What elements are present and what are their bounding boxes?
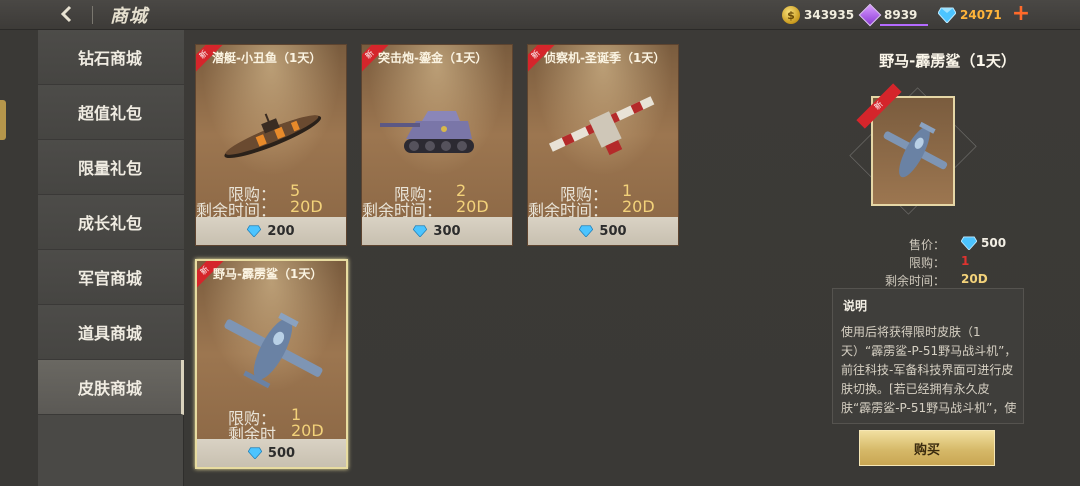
limit-row: 限购： 1 xyxy=(528,181,678,204)
skin-detail-panel: 野马-霹雳鲨（1天） 新 售价： 500 限购： 1 剩余时间： 20D 说明 … xyxy=(815,30,1080,486)
gem-underline xyxy=(880,24,928,26)
sidebar-item-label: 钻石商城 xyxy=(78,49,143,68)
limit-value: 1 xyxy=(961,254,970,268)
fighter-plane-icon xyxy=(224,312,323,389)
skin-card-assault-gun[interactable]: 新 突击炮-鎏金（1天） 限购： 2 剩余时间： 20D 300 xyxy=(361,44,513,246)
card-name: 野马-霹雳鲨（1天） xyxy=(213,267,323,281)
limit-row: 限购： 1 xyxy=(197,405,346,428)
card-name: 潜艇-小丑鱼（1天） xyxy=(212,51,322,65)
time-row: 剩余时间： 20D xyxy=(196,197,346,220)
description-text[interactable]: 使用后将获得限时皮肤（1天）“霹雳鲨-P-51野马战斗机”，前往科技-军备科技界… xyxy=(841,323,1019,419)
price-bar[interactable]: 500 xyxy=(528,217,678,245)
price-label: 售价： xyxy=(908,238,945,252)
gem-currency: 8939 xyxy=(858,3,918,27)
gold-amount: 343935 xyxy=(804,8,855,22)
time-value: 20D xyxy=(290,197,323,216)
time-value: 20D xyxy=(291,421,324,440)
detail-time-value: 20D xyxy=(961,272,988,286)
sidebar-item-label: 道具商城 xyxy=(78,324,143,343)
price-bar[interactable]: 500 xyxy=(197,439,346,467)
skin-card-submarine[interactable]: 新 潜艇-小丑鱼（1天） 限购： 5 剩余时间： 20D 200 xyxy=(195,44,347,246)
time-row: 剩余时间： 20D xyxy=(528,197,678,220)
diamond-icon xyxy=(579,225,594,237)
purple-gem-icon xyxy=(858,3,882,27)
limit-row: 限购： 5 xyxy=(196,181,346,204)
sidebar-item-growth-pack[interactable]: 成长礼包 xyxy=(38,195,184,250)
skin-grid: 新 潜艇-小丑鱼（1天） 限购： 5 剩余时间： 20D 200 新 突击炮-鎏… xyxy=(184,30,814,486)
back-arrow-icon xyxy=(60,5,72,23)
diamond-currency: 24071 xyxy=(938,5,1002,25)
buy-button[interactable]: 购买 xyxy=(859,430,995,466)
card-name: 突击炮-鎏金（1天） xyxy=(378,51,488,65)
add-currency-button[interactable]: + xyxy=(1010,2,1032,26)
price-value: 200 xyxy=(267,223,295,239)
price-bar[interactable]: 200 xyxy=(196,217,346,245)
limit-label: 限购： xyxy=(908,256,945,270)
sidebar-item-limited-pack[interactable]: 限量礼包 xyxy=(38,140,184,195)
sidebar-item-label: 成长礼包 xyxy=(78,214,143,233)
gold-coin-icon: $ xyxy=(782,6,800,24)
back-button[interactable] xyxy=(50,2,84,26)
left-edge xyxy=(0,30,38,486)
skin-card-mustang[interactable]: 新 野马-霹雳鲨（1天） 限购： 1 剩余时间： 20D 500 xyxy=(195,259,348,469)
description-title: 说明 xyxy=(843,299,868,313)
detail-preview: 新 xyxy=(856,83,955,206)
detail-limit-value: 1 xyxy=(961,254,969,268)
sidebar-item-label: 皮肤商城 xyxy=(78,379,143,398)
title-separator xyxy=(92,6,93,24)
description-box: 说明 使用后将获得限时皮肤（1天）“霹雳鲨-P-51野马战斗机”，前往科技-军备… xyxy=(832,288,1024,424)
sidebar-item-skin-shop[interactable]: 皮肤商城 xyxy=(38,360,184,415)
tank-icon xyxy=(380,111,474,153)
shop-category-sidebar: 钻石商城 超值礼包 限量礼包 成长礼包 军官商城 道具商城 皮肤商城 xyxy=(38,30,184,486)
detail-title: 野马-霹雳鲨（1天） xyxy=(879,52,1016,70)
sidebar-item-item-shop[interactable]: 道具商城 xyxy=(38,305,184,360)
sidebar-item-label: 超值礼包 xyxy=(78,104,143,123)
fighter-plane-icon xyxy=(883,121,948,178)
time-row: 剩余时间： 20D xyxy=(362,197,512,220)
price-bar[interactable]: 300 xyxy=(362,217,512,245)
diamond-icon xyxy=(961,236,977,250)
sidebar-item-officer-shop[interactable]: 军官商城 xyxy=(38,250,184,305)
sidebar-item-label: 限量礼包 xyxy=(78,159,143,178)
sidebar-item-value-pack[interactable]: 超值礼包 xyxy=(38,85,184,140)
submarine-icon xyxy=(224,113,322,159)
detail-price-value: 500 xyxy=(961,236,1006,250)
sidebar-item-label: 军官商城 xyxy=(78,269,143,288)
diamond-icon xyxy=(413,225,428,237)
card-name: 侦察机-圣诞季（1天） xyxy=(544,51,666,65)
page-title: 商城 xyxy=(110,6,148,27)
sidebar-item-diamond-shop[interactable]: 钻石商城 xyxy=(38,30,184,85)
skin-card-recon-plane[interactable]: 新 侦察机-圣诞季（1天） 限购： 1 剩余时间： 20D 500 xyxy=(527,44,679,246)
diamond-icon xyxy=(247,447,262,459)
time-value: 20D xyxy=(456,197,489,216)
diamond-amount: 24071 xyxy=(960,8,1002,22)
time-label: 剩余时间： xyxy=(884,274,945,288)
price-value: 500 xyxy=(981,236,1007,250)
time-value: 20D xyxy=(622,197,655,216)
time-value: 20D xyxy=(961,272,988,286)
recon-plane-icon xyxy=(549,96,655,156)
price-value: 500 xyxy=(267,445,296,461)
left-drawer-tab[interactable] xyxy=(0,100,6,140)
diamond-icon xyxy=(247,225,262,237)
price-value: 500 xyxy=(599,223,627,239)
diamond-icon xyxy=(938,7,956,23)
gold-currency: $ 343935 xyxy=(782,5,854,25)
gem-amount: 8939 xyxy=(884,8,918,22)
top-bar: 商城 $ 343935 8939 24071 + xyxy=(0,0,1080,30)
price-value: 300 xyxy=(433,223,461,239)
time-row: 剩余时间： 20D xyxy=(197,421,346,467)
limit-row: 限购： 2 xyxy=(362,181,512,204)
